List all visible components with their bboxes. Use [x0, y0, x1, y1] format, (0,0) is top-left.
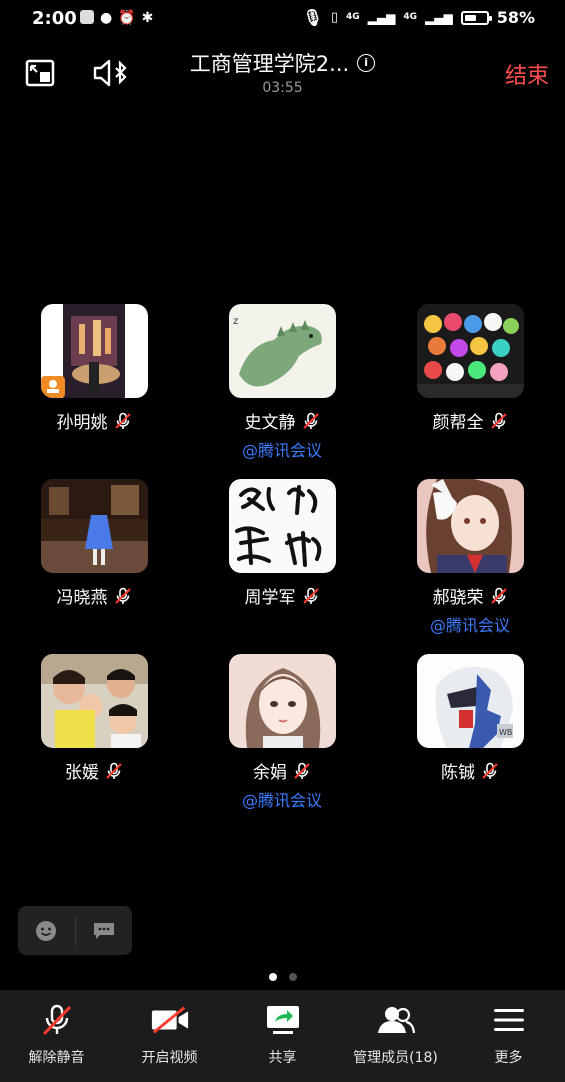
participant-tile[interactable]: 颜帮全: [376, 304, 564, 437]
muted-mic-icon: [482, 762, 498, 779]
page-dot-active[interactable]: [268, 973, 277, 981]
avatar: [416, 479, 524, 573]
smiley-icon: [36, 920, 57, 941]
end-meeting-button[interactable]: 结束: [505, 58, 549, 90]
bluetooth-icon: ✱: [141, 10, 154, 26]
title-block: 工商管理学院2... i 03:55: [0, 48, 565, 96]
join-source[interactable]: @腾讯会议: [188, 437, 376, 461]
page-dot[interactable]: [288, 973, 297, 981]
avatar: [228, 479, 336, 573]
bottom-toolbar: 解除静音 开启视频 共享 管理成员(18) 更多: [0, 990, 565, 1082]
signal-2-icon: ▂▄▆: [425, 10, 453, 25]
participant-name: 冯晓燕: [56, 588, 108, 608]
muted-mic-icon: [114, 412, 131, 429]
avatar: [40, 479, 148, 573]
app-notification-icon: [80, 10, 94, 24]
svg-text:WB: WB: [499, 728, 512, 737]
notification-icons: ● ⏰ ✱: [80, 10, 153, 26]
mic-status-icon: 🎙: [302, 8, 323, 27]
signal-1-icon: ▂▄▆: [367, 10, 396, 25]
signal-1-label: 4G: [346, 12, 360, 22]
share-button[interactable]: 共享: [226, 990, 339, 1082]
info-icon[interactable]: i: [357, 54, 376, 72]
unmute-button[interactable]: 解除静音: [0, 990, 113, 1082]
avatar: z: [228, 304, 336, 398]
manage-members-button[interactable]: 管理成员(18): [339, 990, 452, 1082]
share-label: 共享: [268, 1050, 297, 1066]
participant-tile[interactable]: z 史文静 @腾讯会议: [188, 304, 376, 461]
participant-name: 余娟: [253, 763, 287, 783]
video-label: 开启视频: [141, 1050, 198, 1066]
meeting-timer: 03:55: [262, 80, 303, 96]
avatar: [40, 654, 148, 748]
avatar: [228, 654, 336, 748]
participant-name: 陈铖: [441, 763, 475, 783]
meeting-header: 工商管理学院2... i 03:55 结束: [0, 40, 565, 100]
muted-mic-icon: [114, 587, 131, 604]
muted-mic-icon: [302, 587, 319, 604]
vibrate-icon: ▯: [330, 10, 339, 25]
signal-2-label: 4G: [403, 12, 418, 22]
status-right: 🎙 ▯ 4G ▂▄▆ 4G ▂▄▆ 58%: [303, 8, 535, 27]
qq-icon: ●: [100, 10, 113, 26]
mic-off-icon: [42, 1004, 71, 1036]
page-indicator: [0, 973, 565, 981]
participant-tile[interactable]: 周学军: [188, 479, 376, 612]
members-icon: [377, 1007, 415, 1034]
emoji-button[interactable]: [18, 906, 75, 955]
participant-tile[interactable]: WB 陈铖: [376, 654, 564, 787]
avatar: [40, 304, 148, 398]
chat-bubble-icon: [93, 922, 114, 939]
muted-mic-icon: [106, 762, 122, 779]
participant-tile[interactable]: 张媛: [0, 654, 188, 787]
status-bar: 2:00 ● ⏰ ✱ 🎙 ▯ 4G ▂▄▆ 4G ▂▄▆ 58%: [0, 0, 565, 36]
alarm-icon: ⏰: [118, 10, 136, 26]
status-time: 2:00: [32, 8, 77, 29]
quick-actions-pill: [18, 906, 132, 955]
members-label: 管理成员(18): [353, 1050, 438, 1066]
share-screen-icon: [266, 1006, 299, 1034]
participant-tile[interactable]: 余娟 @腾讯会议: [188, 654, 376, 811]
unmute-label: 解除静音: [28, 1050, 85, 1066]
participant-name: 郝骁荣: [432, 588, 484, 608]
muted-mic-icon: [302, 412, 319, 429]
menu-icon: [493, 1009, 524, 1031]
start-video-button[interactable]: 开启视频: [113, 990, 226, 1082]
join-source[interactable]: @腾讯会议: [376, 612, 564, 636]
muted-mic-icon: [294, 762, 310, 779]
join-source[interactable]: @腾讯会议: [188, 787, 376, 811]
battery-percent: 58%: [496, 8, 535, 27]
svg-text:z: z: [233, 316, 238, 327]
muted-mic-icon: [490, 587, 507, 604]
chat-button[interactable]: [76, 906, 133, 955]
participant-name: 周学军: [244, 588, 296, 608]
participant-name: 史文静: [244, 413, 296, 433]
muted-mic-icon: [490, 412, 507, 429]
avatar: WB: [416, 654, 524, 748]
meeting-title[interactable]: 工商管理学院2...: [190, 48, 349, 78]
participant-name: 颜帮全: [432, 413, 484, 433]
avatar: [416, 304, 524, 398]
participant-tile[interactable]: 冯晓燕: [0, 479, 188, 612]
video-off-icon: [151, 1006, 188, 1034]
more-label: 更多: [494, 1050, 523, 1066]
participant-name: 孙明姚: [56, 413, 108, 433]
more-button[interactable]: 更多: [452, 990, 565, 1082]
participant-name: 张媛: [65, 763, 99, 783]
participant-tile[interactable]: 郝骁荣 @腾讯会议: [376, 479, 564, 636]
battery-icon: [460, 10, 492, 25]
participant-tile[interactable]: 孙明姚: [0, 304, 188, 437]
